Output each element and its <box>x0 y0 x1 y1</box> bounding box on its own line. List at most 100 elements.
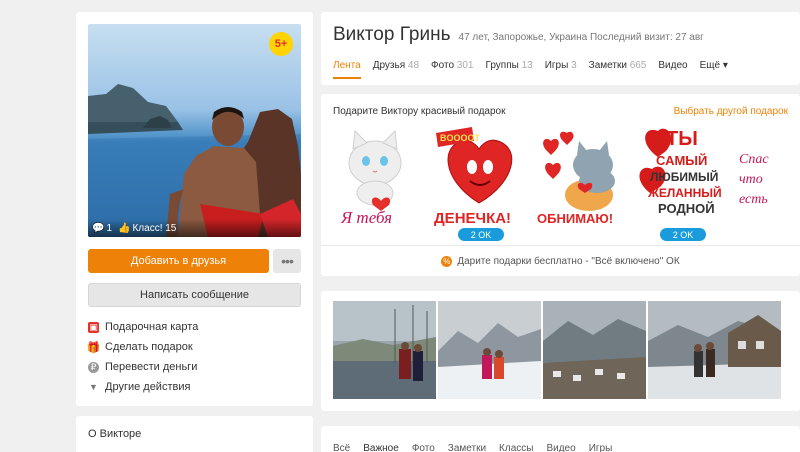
nav-label: Фото <box>431 60 455 71</box>
nav-count: 13 <box>521 60 533 71</box>
profile-card: 5+ 💬 1 👍 Класс! 15 Добавить в друзья •••… <box>76 12 313 406</box>
profile-actions: ▣ Подарочная карта 🎁 Сделать подарок ₽ П… <box>86 317 301 397</box>
nav-feed[interactable]: Лента <box>333 60 361 79</box>
gifts-header: Подарите Виктору красивый подарок Выбрат… <box>321 94 800 117</box>
svg-text:РОДНОЙ: РОДНОЙ <box>658 201 715 216</box>
gift-heart-denechka[interactable]: BOOOOT ДЕНЕЧКА! 2 OK <box>434 123 529 241</box>
free-gifts-text: Дарите подарки бесплатно - "Всё включено… <box>457 255 680 267</box>
photo-village-image <box>648 301 781 399</box>
photo-thumbnail[interactable] <box>648 301 781 399</box>
action-label: Другие действия <box>105 381 191 393</box>
action-other[interactable]: ▼ Другие действия <box>88 377 301 397</box>
kitten-icon: Я тебя <box>340 129 402 227</box>
nav-label: Видео <box>658 60 688 71</box>
feed-tab-games[interactable]: Игры <box>589 443 613 452</box>
svg-text:САМЫЙ: САМЫЙ <box>656 153 707 168</box>
photo-likes[interactable]: 👍 Класс! 15 <box>118 223 176 234</box>
svg-text:что: что <box>739 172 763 187</box>
nav-more[interactable]: Ещё ▾ <box>700 60 728 79</box>
nav-label: Заметки <box>588 60 627 71</box>
svg-text:Спас: Спас <box>739 152 769 167</box>
nav-video[interactable]: Видео <box>658 60 687 79</box>
send-message-button[interactable]: Написать сообщение <box>88 283 301 307</box>
nav-count: 48 <box>407 60 420 71</box>
nav-photos[interactable]: Фото 301 <box>431 60 473 79</box>
gift-price-badge[interactable]: 2 OK <box>660 228 706 241</box>
action-label: Подарочная карта <box>105 321 199 333</box>
gift-cats-hug[interactable]: ОБНИМАЮ! <box>535 123 630 233</box>
gift-caption: Я тебя <box>340 208 392 227</box>
about-title: О Викторе <box>88 428 142 440</box>
feed-tab-important[interactable]: Важное <box>363 443 399 452</box>
svg-text:ЖЕЛАННЫЙ: ЖЕЛАННЫЙ <box>647 185 722 200</box>
gift-best-person[interactable]: ТЫ САМЫЙ ЛЮБИМЫЙ ЖЕЛАННЫЙ РОДНОЙ ТЫ САМЫ… <box>636 123 731 241</box>
action-make-gift[interactable]: 🎁 Сделать подарок <box>86 337 301 357</box>
photo-thumbnail[interactable] <box>543 301 646 399</box>
photo-thumbnail[interactable] <box>333 301 436 399</box>
more-options-button[interactable]: ••• <box>273 249 301 273</box>
photo-thumbnail[interactable] <box>438 301 541 399</box>
comment-icon: 💬 <box>92 222 105 234</box>
nav-friends[interactable]: Друзья 48 <box>373 60 419 79</box>
profile-nav: Лента Друзья 48 Фото 301 Группы 13 Игры … <box>333 60 800 79</box>
name-row: Виктор Гринь 47 лет, Запорожье, Украина … <box>333 24 800 46</box>
about-card[interactable]: О Викторе <box>76 416 313 452</box>
gift-card-icon: ▣ <box>88 321 99 333</box>
gift-icon: 🎁 <box>86 341 101 354</box>
nav-notes[interactable]: Заметки 665 <box>589 60 647 79</box>
gift-caption: ДЕНЕЧКА! <box>434 210 511 227</box>
money-transfer-icon: ₽ <box>88 361 99 373</box>
feed-tab-video[interactable]: Видео <box>546 443 575 452</box>
left-column: 5+ 💬 1 👍 Класс! 15 Добавить в друзья •••… <box>76 12 313 452</box>
comments-count: 1 <box>106 222 113 234</box>
photo-comments[interactable]: 💬 1 <box>92 223 112 234</box>
profile-header: Виктор Гринь 47 лет, Запорожье, Украина … <box>321 12 800 85</box>
ok-percent-icon: % <box>441 255 453 267</box>
user-name[interactable]: Виктор Гринь <box>333 24 451 46</box>
gift-price-badge[interactable]: 2 OK <box>458 228 504 241</box>
free-gifts-note[interactable]: % Дарите подарки бесплатно - "Всё включе… <box>321 245 800 276</box>
nav-label: Лента <box>333 60 361 71</box>
nav-count: 665 <box>629 60 647 71</box>
user-meta: 47 лет, Запорожье, Украина Последний виз… <box>458 32 704 43</box>
thumb-up-icon: 👍 <box>118 222 131 234</box>
add-friend-button[interactable]: Добавить в друзья <box>88 249 269 273</box>
profile-photo-image <box>88 84 301 237</box>
nav-label: Друзья <box>372 60 406 71</box>
gift-caption: Спасибо что ты есть <box>737 228 747 230</box>
photo-valley-image <box>543 301 646 399</box>
nav-games[interactable]: Игры 3 <box>545 60 577 79</box>
action-transfer-money[interactable]: ₽ Перевести деньги <box>88 357 301 377</box>
cats-hug-icon: ОБНИМАЮ! <box>537 131 615 226</box>
gifts-title: Подарите Виктору красивый подарок <box>333 106 506 117</box>
photos-strip <box>321 291 800 411</box>
profile-buttons: Добавить в друзья ••• <box>88 249 301 273</box>
gift-caption: ТЫ САМЫЙ <box>636 227 642 230</box>
nav-groups[interactable]: Группы 13 <box>485 60 532 79</box>
profile-photo[interactable]: 5+ 💬 1 👍 Класс! 15 <box>88 24 301 237</box>
photo-harbor-image <box>333 301 436 399</box>
action-gift-card[interactable]: ▣ Подарочная карта <box>88 317 301 337</box>
feed-tab-notes[interactable]: Заметки <box>448 443 486 452</box>
gift-thanks[interactable]: Спас что есть Спасибо что ты есть <box>737 123 783 233</box>
choose-other-gift-link[interactable]: Выбрать другой подарок <box>674 106 788 117</box>
gifts-row: Я тебя BOOOOT ДЕНЕЧКА! 2 OK ОБНИМАЮ! ТЫ … <box>321 117 800 241</box>
nav-label: Группы <box>485 60 519 71</box>
svg-text:есть: есть <box>739 192 768 207</box>
gift-caption: ОБНИМАЮ! <box>537 211 613 226</box>
thanks-text-icon: Спас что есть Спасибо что ты есть <box>737 152 769 230</box>
photo-snow-image <box>438 301 541 399</box>
action-label: Перевести деньги <box>105 361 198 373</box>
age-rating-badge: 5+ <box>269 32 293 56</box>
gifts-card: Подарите Виктору красивый подарок Выбрат… <box>321 94 800 276</box>
feed-tab-likes[interactable]: Классы <box>499 443 533 452</box>
triangle-down-icon: ▼ <box>89 382 98 392</box>
heart-icon: BOOOOT ДЕНЕЧКА! <box>434 127 513 227</box>
nav-count: 3 <box>571 60 577 71</box>
feed-tab-all[interactable]: Всё <box>333 443 350 452</box>
right-column: Виктор Гринь 47 лет, Запорожье, Украина … <box>321 12 800 452</box>
gift-kitten-love[interactable]: Я тебя <box>333 123 428 233</box>
nav-label: Ещё ▾ <box>699 60 728 71</box>
feed-tab-photos[interactable]: Фото <box>412 443 435 452</box>
likes-label: Класс! 15 <box>132 222 177 234</box>
